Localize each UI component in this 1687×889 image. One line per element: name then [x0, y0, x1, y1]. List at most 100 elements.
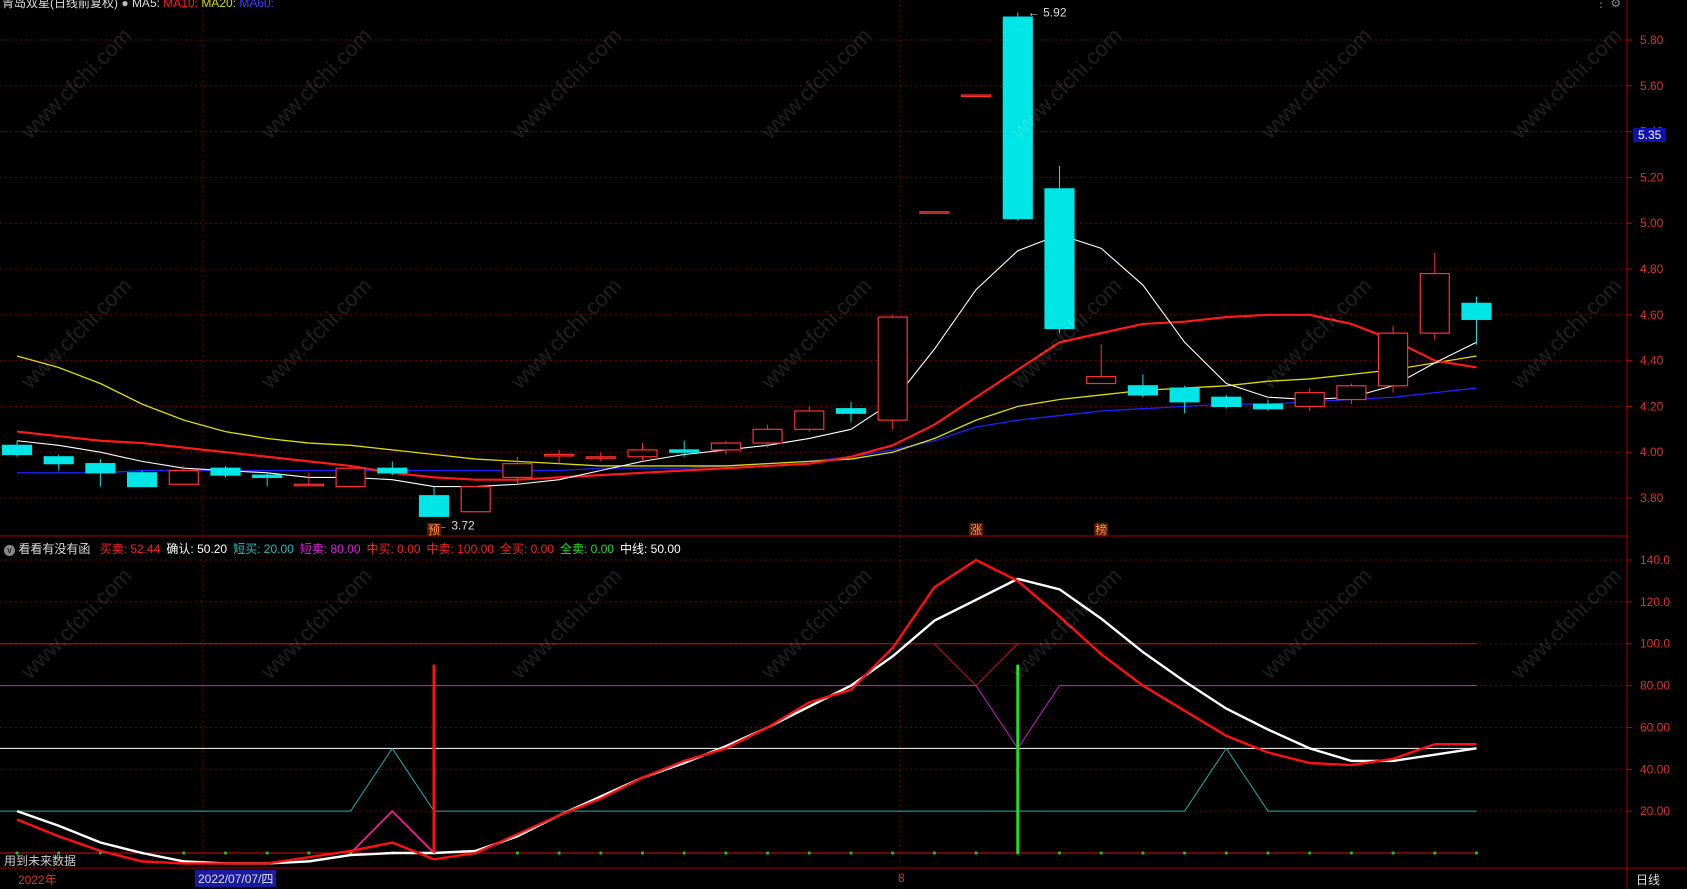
watermark-text: www.cfchi.com: [505, 273, 626, 394]
signal-badge-label: 榜: [1095, 522, 1107, 537]
sub-value-5: 中卖: 100.00: [426, 542, 494, 556]
price-tick-label: 4.20: [1640, 399, 1664, 413]
watermark-text: www.cfchi.com: [15, 273, 136, 394]
sub-value-4: 中买: 0.00: [366, 542, 421, 556]
candle-body: [460, 485, 491, 513]
ma10-line: [16, 313, 1477, 481]
mid-sell-dip: [934, 643, 1019, 687]
sub-value-2: 短买: 20.00: [233, 542, 294, 556]
baseline-dot: [265, 851, 269, 855]
candle-body: [1419, 272, 1450, 334]
watermark-text: www.cfchi.com: [505, 23, 626, 144]
baseline-dot: [932, 851, 937, 855]
baseline-dot: [891, 851, 895, 855]
candle-body: [835, 408, 867, 414]
candle-body: [1294, 392, 1325, 408]
sub-indicator-values: 买卖: 52.44 确认: 50.20 短买: 20.00 短卖: 80.00 中买: …: [94, 542, 681, 556]
watermark-text: www.cfchi.com: [1505, 563, 1626, 684]
baseline-dot: [724, 851, 728, 855]
watermark-text: www.cfchi.com: [255, 23, 376, 144]
price-tick-label: 5.00: [1640, 216, 1664, 230]
candle-body: [293, 483, 324, 487]
candle-body: [1044, 188, 1075, 330]
baseline-dot: [1183, 851, 1187, 855]
ma60-label: MA60:: [239, 0, 275, 10]
candle-body: [1, 444, 33, 456]
sub-value-7: 全卖: 0.00: [559, 542, 614, 556]
menu-icon[interactable]: ⋮: [1595, 0, 1607, 10]
main-chart-header: 青岛双星(日线前复权) ● MA5: MA10: MA20: MA60:: [2, 0, 274, 11]
watermark-text: www.cfchi.com: [755, 23, 876, 144]
candle-body: [1461, 302, 1492, 320]
year-label: 2022年: [18, 873, 57, 887]
candle-body: [585, 456, 616, 459]
future-data-note: 用到未来数据: [4, 854, 77, 868]
sub-chart-header: v 看看有没有函 买卖: 52.44 确认: 50.20 短买: 20.00 短卖: …: [4, 540, 681, 557]
watermark-text: www.cfchi.com: [255, 273, 376, 394]
candle-body: [210, 467, 241, 476]
candle-body: [502, 463, 533, 478]
watermark-text: www.cfchi.com: [1505, 273, 1626, 394]
candle-body: [794, 410, 825, 430]
high-price-label: ← 5.92: [1028, 6, 1067, 20]
short-sell-line: [0, 685, 1477, 750]
price-tick-label: 5.20: [1640, 170, 1664, 184]
baseline-dot: [1391, 851, 1395, 855]
price-tick-label: 4.40: [1640, 354, 1664, 368]
cursor-date: 2022/07/07/四: [195, 870, 277, 887]
baseline-dot: [557, 851, 561, 855]
baseline-dot: [1266, 851, 1270, 855]
ma10-label: MA10:: [163, 0, 202, 10]
period-label[interactable]: 日线: [1636, 871, 1660, 888]
osc-tick-label: 100.0: [1640, 637, 1670, 651]
short-buy-line: [0, 747, 1477, 812]
window-controls[interactable]: ⋮ ⚙: [1595, 0, 1621, 10]
osc-tick-label: 60.00: [1640, 720, 1670, 734]
sub-value-8: 中线: 50.00: [619, 542, 681, 556]
candle-body: [1211, 396, 1242, 407]
osc-tick-label: 120.0: [1640, 595, 1670, 609]
watermark-text: www.cfchi.com: [1505, 23, 1626, 144]
signal-badge-label: 预: [428, 523, 440, 537]
baseline-dot: [1057, 851, 1062, 855]
baseline-dot: [766, 851, 770, 855]
price-tick-label: 4.80: [1640, 262, 1664, 276]
confirm-line: [16, 577, 1477, 865]
price-tick-label: 4.60: [1640, 308, 1664, 322]
candle-body: [1169, 387, 1200, 403]
baseline-dot: [682, 851, 686, 855]
candle-body: [418, 495, 450, 517]
sub-value-3: 短卖: 80.00: [299, 542, 361, 556]
baseline-dot: [1474, 851, 1479, 855]
candle-body: [919, 211, 950, 214]
baseline-dot: [807, 851, 811, 855]
ma20-line: [16, 355, 1477, 467]
ma60-line: [17, 387, 1477, 474]
candle-body: [43, 456, 74, 465]
chart-canvas: 5.805.605.405.205.004.804.604.404.204.00…: [0, 0, 1687, 889]
watermark-text: www.cfchi.com: [15, 563, 136, 684]
candle-body: [1336, 385, 1367, 401]
candle-body: [710, 442, 742, 451]
candle-body: [877, 316, 908, 421]
settings-icon[interactable]: ●: [121, 0, 128, 10]
watermark-text: www.cfchi.com: [1255, 273, 1376, 394]
candle-body: [252, 474, 283, 478]
watermark-text: www.cfchi.com: [505, 563, 626, 684]
candle-body: [1086, 376, 1117, 385]
candle-body: [126, 472, 158, 488]
watermark-text: www.cfchi.com: [1255, 563, 1376, 684]
gear-icon[interactable]: ⚙: [1610, 0, 1621, 10]
collapse-icon[interactable]: v: [4, 545, 15, 556]
price-tick-label: 5.60: [1640, 79, 1664, 93]
candle-body: [335, 467, 366, 488]
sub-indicator-title: 看看有没有函: [18, 542, 91, 556]
candle-body: [1252, 403, 1284, 410]
signal-badge-label: 涨: [970, 522, 982, 537]
candle-body: [1127, 385, 1159, 396]
month-label: 8: [898, 871, 905, 885]
baseline-dot: [307, 851, 311, 855]
watermark-text: www.cfchi.com: [1255, 23, 1376, 144]
baseline-dot: [1099, 851, 1103, 855]
candle-body: [627, 449, 658, 458]
